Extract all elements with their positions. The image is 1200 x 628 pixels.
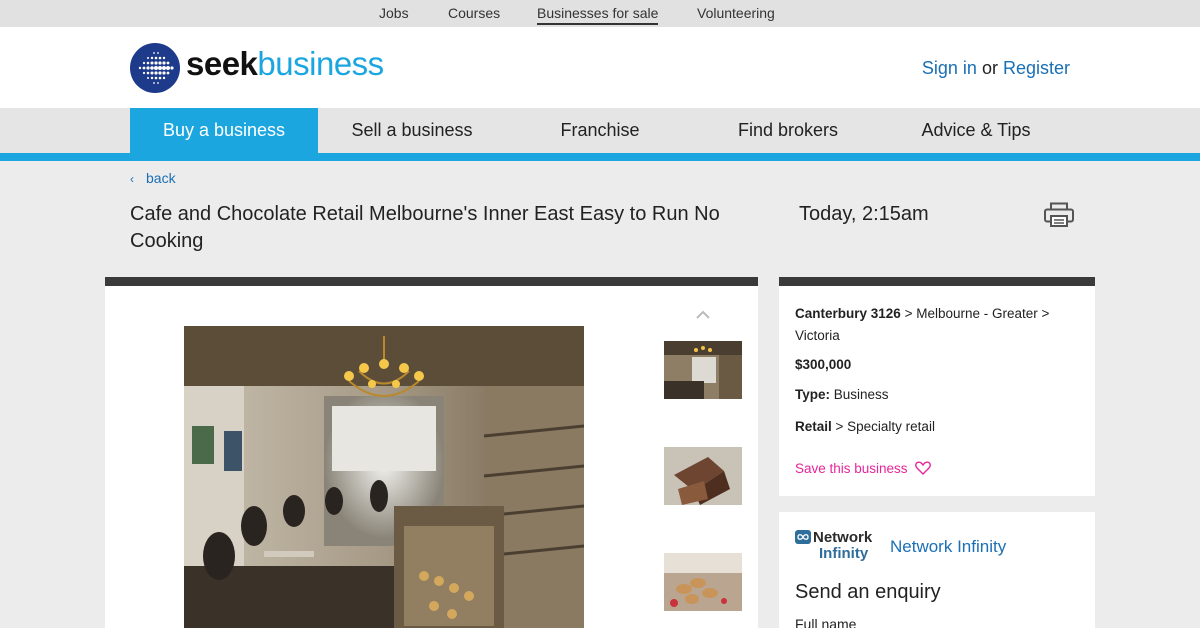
main-photo-cafe-interior[interactable]	[184, 326, 584, 628]
topnav-volunteering[interactable]: Volunteering	[697, 5, 775, 22]
nav-sell-a-business[interactable]: Sell a business	[318, 108, 506, 153]
back-chevron-icon: ‹	[130, 172, 134, 186]
nav-franchise[interactable]: Franchise	[506, 108, 694, 153]
topnav-courses[interactable]: Courses	[448, 5, 500, 22]
seekbusiness-logo-text[interactable]: seekbusiness	[186, 45, 384, 83]
listing-details-panel: Canterbury 3126 > Melbourne - Greater > …	[779, 277, 1095, 496]
enquiry-panel: Network Infinity Network Infinity Send a…	[779, 512, 1095, 628]
type-label: Type:	[795, 387, 831, 402]
auth-or-text: or	[981, 58, 998, 78]
location-state: Victoria	[795, 328, 840, 343]
location-suburb[interactable]: Canterbury 3126	[795, 306, 901, 321]
auth-links: Sign in or Register	[922, 58, 1070, 79]
chevron-up-icon[interactable]	[695, 308, 711, 320]
back-label: back	[146, 170, 176, 186]
sign-in-link[interactable]: Sign in	[922, 58, 977, 78]
subcategory-label: > Specialty retail	[831, 419, 935, 434]
full-name-label: Full name	[795, 616, 857, 628]
topnav-jobs[interactable]: Jobs	[379, 5, 409, 22]
nav-accent-bar	[0, 153, 1200, 161]
save-business-button[interactable]: Save this business	[795, 458, 932, 482]
category-info: Retail > Specialty retail	[795, 416, 935, 438]
logo-infinity-text: Infinity	[819, 545, 869, 562]
back-link[interactable]: ‹ back	[130, 170, 176, 186]
agency-name-link[interactable]: Network Infinity	[890, 537, 1006, 557]
register-link[interactable]: Register	[1003, 58, 1070, 78]
save-label: Save this business	[795, 461, 908, 476]
nav-find-brokers[interactable]: Find brokers	[694, 108, 882, 153]
logo-network-text: Network	[813, 529, 873, 546]
type-info: Type: Business	[795, 384, 889, 406]
site-header: seekbusiness Sign in or Register	[0, 27, 1200, 108]
listing-date: Today, 2:15am	[799, 203, 929, 225]
top-utility-nav: Jobs Courses Businesses for sale Volunte…	[0, 0, 1200, 27]
category-label[interactable]: Retail	[795, 419, 832, 434]
listing-price: $300,000	[795, 357, 852, 372]
nav-advice-tips[interactable]: Advice & Tips	[882, 108, 1070, 153]
photo-gallery	[105, 277, 758, 628]
location-info: Canterbury 3126 > Melbourne - Greater > …	[795, 303, 1079, 347]
thumbnail-cafe-interior[interactable]	[664, 341, 742, 399]
location-region: > Melbourne - Greater >	[900, 306, 1050, 321]
listing-title: Cafe and Chocolate Retail Melbourne's In…	[130, 203, 720, 252]
printer-icon[interactable]	[1043, 202, 1075, 228]
topnav-businesses-for-sale[interactable]: Businesses for sale	[537, 5, 659, 25]
thumbnail-nuts[interactable]	[664, 553, 742, 611]
nav-buy-a-business[interactable]: Buy a business	[130, 108, 318, 153]
thumbnail-chocolate[interactable]	[664, 447, 742, 505]
network-infinity-logo[interactable]: Network Infinity	[795, 528, 877, 564]
seek-logo-icon[interactable]	[130, 43, 180, 93]
price-info: $300,000	[795, 354, 851, 376]
main-nav: Buy a business Sell a business Franchise…	[0, 108, 1200, 153]
type-value: Business	[830, 387, 889, 402]
send-enquiry-heading: Send an enquiry	[795, 581, 941, 603]
logo-seek-text: seek	[186, 45, 258, 82]
logo-business-text: business	[257, 45, 384, 82]
heart-icon	[915, 460, 932, 482]
